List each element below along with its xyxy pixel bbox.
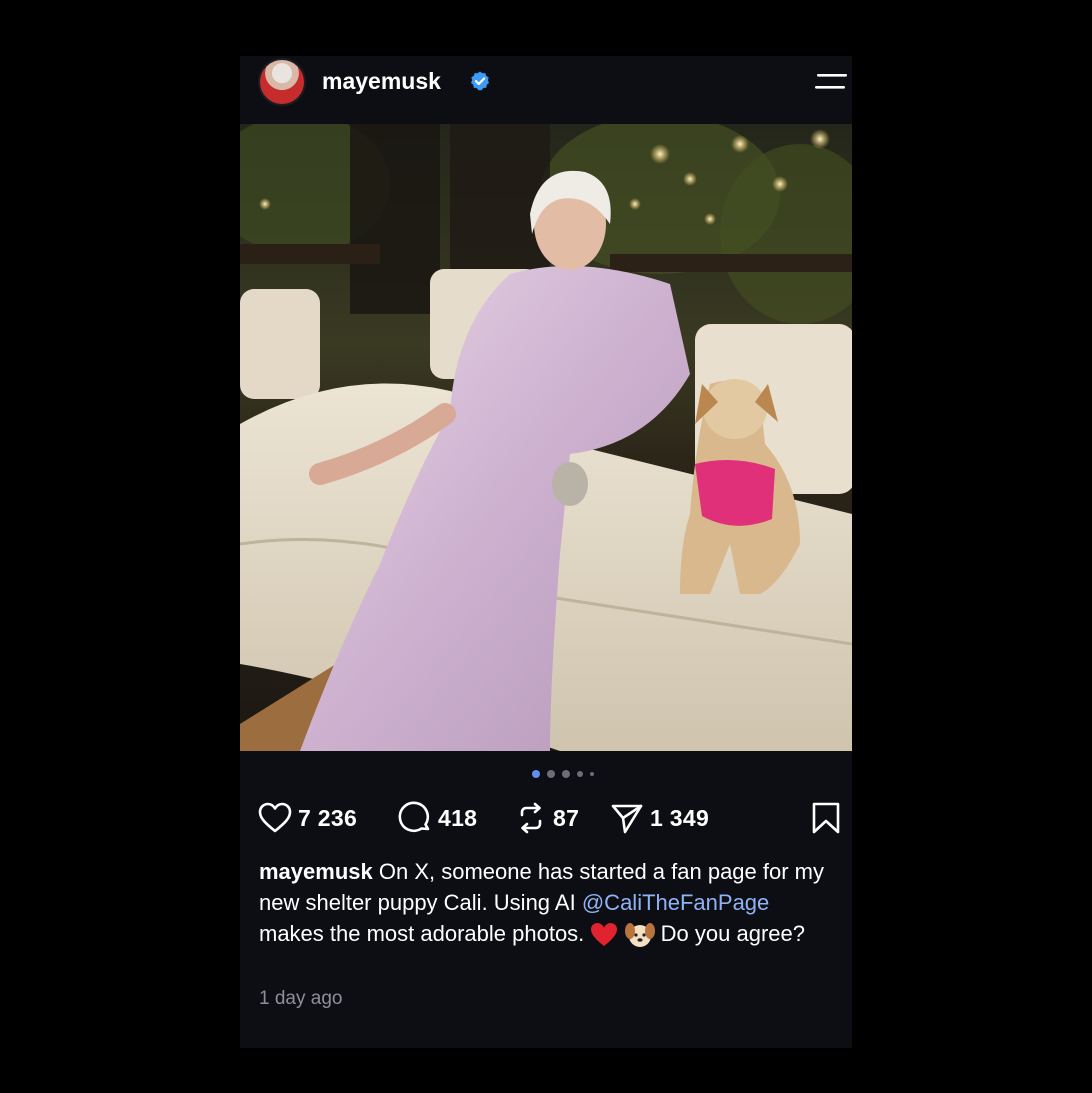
post-timestamp: 1 day ago bbox=[259, 988, 343, 1009]
carousel-dot bbox=[577, 771, 583, 777]
heart-emoji-icon bbox=[591, 923, 618, 947]
caption-text-2: makes the most adorable photos. bbox=[259, 921, 591, 946]
share-button[interactable]: 1 349 bbox=[610, 800, 709, 836]
share-count: 1 349 bbox=[650, 804, 710, 831]
repost-icon bbox=[520, 802, 542, 834]
avatar[interactable] bbox=[258, 58, 306, 106]
comment-count: 418 bbox=[438, 804, 478, 831]
bookmark-icon[interactable] bbox=[811, 801, 841, 835]
repost-button[interactable]: 87 bbox=[515, 800, 579, 836]
carousel-dot-active bbox=[532, 770, 540, 778]
comment-icon bbox=[398, 801, 430, 833]
carousel-dot bbox=[562, 770, 570, 778]
comment-button[interactable]: 418 bbox=[398, 800, 477, 836]
heart-icon bbox=[258, 802, 292, 833]
dog-emoji-icon bbox=[624, 923, 655, 948]
send-icon bbox=[611, 804, 643, 834]
menu-icon[interactable] bbox=[815, 72, 849, 92]
username[interactable]: mayemusk bbox=[322, 68, 441, 95]
post-caption: mayemusk On X, someone has started a fan… bbox=[259, 856, 829, 949]
verified-badge-icon bbox=[471, 71, 489, 91]
action-bar: 7 236 418 87 1 349 bbox=[258, 800, 852, 836]
post-card: mayemusk 7 236 418 87 1 349 mayemusk On … bbox=[240, 56, 852, 1048]
caption-mention[interactable]: @CaliTheFanPage bbox=[582, 890, 769, 915]
like-count: 7 236 bbox=[298, 804, 358, 831]
carousel-dot bbox=[547, 770, 555, 778]
carousel-dot bbox=[590, 772, 594, 776]
caption-username[interactable]: mayemusk bbox=[259, 859, 373, 884]
like-button[interactable]: 7 236 bbox=[258, 800, 357, 836]
repost-count: 87 bbox=[553, 804, 580, 831]
caption-text-3: Do you agree? bbox=[654, 921, 805, 946]
post-photo-image bbox=[240, 124, 852, 751]
post-photo[interactable] bbox=[240, 124, 852, 751]
post-header: mayemusk bbox=[240, 56, 852, 124]
